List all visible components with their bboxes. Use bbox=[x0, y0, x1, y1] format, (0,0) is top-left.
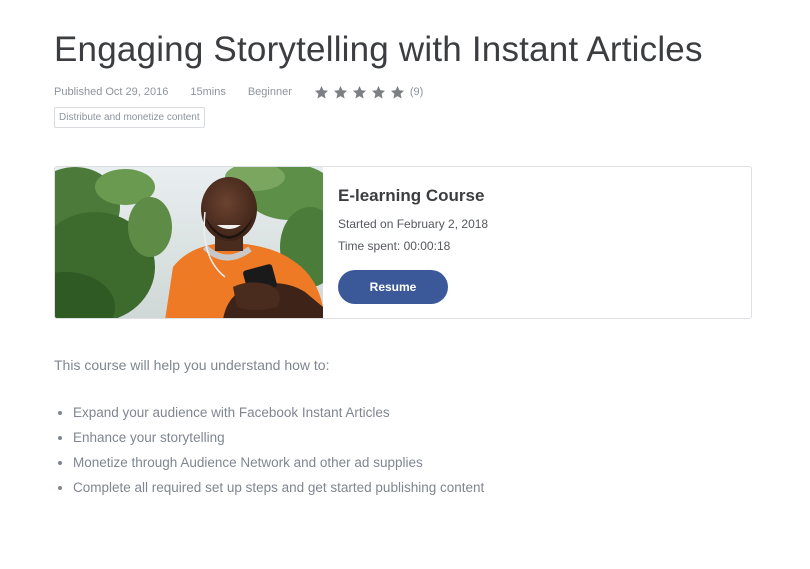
time-spent: Time spent: 00:00:18 bbox=[338, 239, 451, 253]
learning-objectives: Expand your audience with Facebook Insta… bbox=[54, 400, 484, 500]
page-title: Engaging Storytelling with Instant Artic… bbox=[54, 30, 703, 69]
course-meta: Published Oct 29, 2016 15mins Beginner (… bbox=[54, 84, 423, 100]
course-level: Beginner bbox=[247, 86, 292, 98]
course-start-date: Started on February 2, 2018 bbox=[338, 217, 489, 231]
topic-tag[interactable]: Distribute and monetize content bbox=[54, 107, 205, 128]
course-duration: 15mins bbox=[190, 86, 226, 98]
star-icon bbox=[352, 85, 367, 100]
list-item: Complete all required set up steps and g… bbox=[73, 475, 484, 500]
resume-button[interactable]: Resume bbox=[338, 270, 448, 304]
star-icon bbox=[314, 85, 329, 100]
course-card: E-learning Course Started on February 2,… bbox=[54, 166, 752, 319]
rating-count: (9) bbox=[409, 86, 424, 98]
list-item: Enhance your storytelling bbox=[73, 425, 484, 450]
published-date: Published Oct 29, 2016 bbox=[54, 86, 169, 98]
list-item: Expand your audience with Facebook Insta… bbox=[73, 400, 484, 425]
course-intro: This course will help you understand how… bbox=[54, 357, 330, 373]
course-type: E-learning Course bbox=[338, 186, 485, 205]
course-page: Engaging Storytelling with Instant Artic… bbox=[0, 0, 810, 569]
star-rating: (9) bbox=[314, 85, 423, 100]
star-icon bbox=[390, 85, 405, 100]
man-with-phone-photo bbox=[55, 167, 323, 318]
course-info: E-learning Course Started on February 2,… bbox=[338, 185, 488, 304]
list-item: Monetize through Audience Network and ot… bbox=[73, 450, 484, 475]
star-icon bbox=[333, 85, 348, 100]
star-icon bbox=[371, 85, 386, 100]
